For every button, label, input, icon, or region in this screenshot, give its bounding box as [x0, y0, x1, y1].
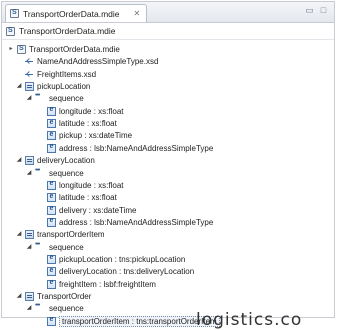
element-icon — [47, 119, 56, 129]
expand-toggle-icon[interactable]: ◢ — [16, 155, 22, 166]
expand-toggle-icon[interactable]: ▸ — [8, 44, 14, 55]
tree-item-label: deliveryLocation — [37, 156, 95, 166]
tree-item-label: longitude : xs:float — [59, 180, 124, 190]
footer-text: logistics.co — [196, 310, 303, 330]
tree-item-label: freightItem : lsbf:freightItem — [59, 279, 156, 289]
element-icon — [47, 180, 56, 190]
tree-item[interactable]: ◢ transportOrderItem — [16, 229, 105, 240]
element-icon — [47, 316, 56, 326]
complex-type-icon — [25, 82, 34, 92]
tree-item[interactable]: ◢ TransportOrder — [16, 291, 91, 302]
tree-item[interactable]: deliveryLocation : tns:deliveryLocation — [38, 266, 194, 277]
tree-item-label: address : lsb:NameAndAddressSimpleType — [59, 217, 214, 227]
tree-item-label: deliveryLocation : tns:deliveryLocation — [59, 267, 195, 277]
tree-item-label: sequence — [49, 94, 84, 104]
schema-file-icon — [10, 9, 19, 18]
tree-item[interactable]: pickupLocation : tns:pickupLocation — [38, 254, 185, 265]
sequence-icon — [35, 167, 46, 178]
tree-item[interactable]: transportOrderItem : tns:transportOrderI… — [38, 315, 220, 327]
tree-item-label: delivery : xs:dateTime — [59, 205, 137, 215]
tree-item-label: TransportOrderData.mdie — [29, 45, 120, 54]
tree-item[interactable]: latitude : xs:float — [38, 192, 117, 203]
tree-item[interactable]: ◢ sequence — [26, 167, 84, 179]
tree-item[interactable]: ◢ sequence — [26, 92, 84, 104]
element-icon — [47, 279, 56, 289]
maximize-icon[interactable]: □ — [319, 6, 328, 15]
element-icon — [47, 267, 56, 277]
tree-item[interactable]: ◢ sequence — [26, 302, 84, 314]
expand-toggle-icon[interactable]: ◢ — [26, 303, 32, 314]
window-controls: ▭ □ — [305, 6, 328, 15]
tree-item-label: pickup : xs:dateTime — [59, 131, 133, 141]
tree-item[interactable]: longitude : xs:float — [38, 106, 123, 117]
tree-item[interactable]: freightItem : lsbf:freightItem — [38, 279, 156, 290]
tree-item-label: FreightItems.xsd — [37, 69, 97, 79]
import-icon — [25, 70, 34, 79]
element-icon — [47, 217, 56, 227]
editor-window: TransportOrderData.mdie ✕ ▭ □ TransportO… — [1, 1, 335, 327]
close-icon[interactable]: ✕ — [134, 9, 141, 18]
tree-item-label: sequence — [49, 304, 84, 314]
tree-item-label: transportOrderItem — [37, 230, 105, 240]
editor-tab-title: TransportOrderData.mdie — [23, 8, 120, 19]
breadcrumb: TransportOrderData.mdie — [2, 23, 334, 40]
tree-item[interactable]: ▸ TransportOrderData.mdie — [8, 44, 120, 55]
tree-item-label: pickupLocation : tns:pickupLocation — [59, 254, 186, 264]
expand-toggle-icon[interactable]: ◢ — [26, 93, 32, 104]
tree-item-label: longitude : xs:float — [59, 106, 124, 116]
tree-item[interactable]: NameAndAddressSimpleType.xsd — [16, 56, 158, 67]
tree-item-label: sequence — [49, 242, 84, 252]
minimize-icon[interactable]: ▭ — [305, 6, 314, 15]
expand-toggle-icon[interactable]: ◢ — [26, 242, 32, 253]
editor-tab-bar: TransportOrderData.mdie ✕ ▭ □ — [2, 2, 334, 23]
element-icon — [47, 254, 56, 264]
tree-item[interactable]: FreightItems.xsd — [16, 69, 96, 80]
element-icon — [47, 143, 56, 153]
tree-item-label: NameAndAddressSimpleType.xsd — [37, 57, 159, 67]
tree-item[interactable]: latitude : xs:float — [38, 118, 117, 129]
complex-type-icon — [25, 292, 34, 301]
schema-file-icon — [6, 26, 15, 36]
expand-toggle-icon[interactable]: ◢ — [16, 81, 22, 92]
complex-type-icon — [25, 156, 34, 166]
element-icon — [47, 193, 56, 203]
tree-item[interactable]: address : lsb:NameAndAddressSimpleType — [38, 217, 213, 228]
tree-item-label: pickupLocation — [37, 82, 91, 92]
tree-item[interactable]: ◢ deliveryLocation — [16, 155, 95, 166]
tree-item[interactable]: address : lsb:NameAndAddressSimpleType — [38, 143, 213, 154]
tree-item-label: sequence — [49, 168, 84, 178]
tree-item[interactable]: ◢ sequence — [26, 241, 84, 253]
tree-item-label: latitude : xs:float — [59, 119, 117, 129]
breadcrumb-label[interactable]: TransportOrderData.mdie — [19, 26, 116, 36]
element-icon — [47, 106, 56, 116]
expand-toggle-icon[interactable]: ◢ — [16, 291, 22, 302]
editor-tab[interactable]: TransportOrderData.mdie ✕ — [5, 4, 148, 22]
import-icon — [25, 57, 34, 66]
tree-item[interactable]: ◢ pickupLocation — [16, 81, 90, 92]
sequence-icon — [35, 241, 46, 252]
tree-item[interactable]: delivery : xs:dateTime — [38, 205, 137, 216]
element-icon — [47, 131, 56, 141]
tree-item[interactable]: pickup : xs:dateTime — [38, 130, 132, 141]
schema-file-icon — [17, 45, 26, 54]
tree-item[interactable]: longitude : xs:float — [38, 180, 123, 191]
expand-toggle-icon[interactable]: ◢ — [26, 168, 32, 179]
tree-item-label: latitude : xs:float — [59, 193, 117, 203]
element-icon — [47, 205, 56, 215]
expand-toggle-icon[interactable]: ◢ — [16, 229, 22, 240]
tree-item-label: TransportOrder — [37, 292, 92, 301]
sequence-icon — [35, 92, 46, 103]
sequence-icon — [35, 302, 46, 313]
complex-type-icon — [25, 230, 34, 240]
tree-item-label: address : lsb:NameAndAddressSimpleType — [59, 143, 214, 153]
